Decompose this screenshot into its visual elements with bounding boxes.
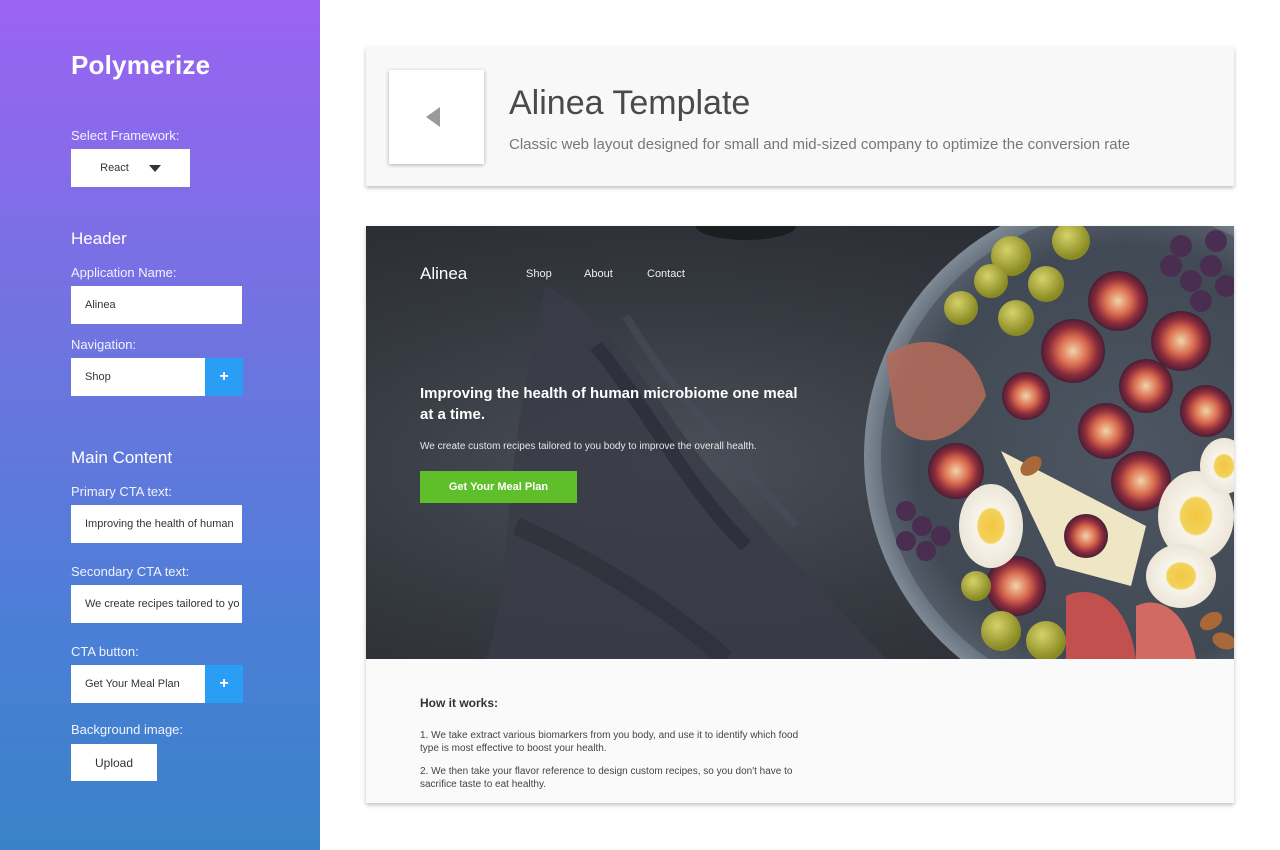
navigation-input[interactable] bbox=[85, 371, 205, 383]
add-navigation-button[interactable]: + bbox=[205, 358, 243, 396]
primary-cta-input[interactable] bbox=[85, 518, 242, 530]
header-section-title: Header bbox=[71, 229, 127, 248]
framework-value: React bbox=[100, 162, 129, 174]
back-button[interactable] bbox=[389, 70, 484, 164]
preview-subtext: We create custom recipes tailored to you… bbox=[420, 441, 757, 452]
primary-cta-label: Primary CTA text: bbox=[71, 484, 172, 499]
preview-headline: Improving the health of human microbiome… bbox=[420, 385, 798, 423]
preview-cta-button[interactable]: Get Your Meal Plan bbox=[420, 471, 577, 503]
app-name-input[interactable] bbox=[85, 299, 242, 311]
primary-cta-field[interactable] bbox=[71, 505, 242, 543]
template-subtitle: Classic web layout designed for small an… bbox=[509, 136, 1131, 153]
preview-logo: Alinea bbox=[420, 264, 468, 283]
navigation-field[interactable] bbox=[71, 358, 205, 396]
template-title: Alinea Template bbox=[509, 84, 751, 122]
cta-button-field[interactable] bbox=[71, 665, 205, 703]
background-image-label: Background image: bbox=[71, 722, 184, 737]
app-name-field[interactable] bbox=[71, 286, 242, 324]
plus-icon: + bbox=[219, 368, 229, 385]
how-item-1: 1. We take extract various biomarkers fr… bbox=[420, 730, 799, 754]
cta-button-label: CTA button: bbox=[71, 644, 139, 659]
cta-button-input[interactable] bbox=[85, 678, 205, 690]
main-content-section-title: Main Content bbox=[71, 448, 173, 467]
secondary-cta-field[interactable] bbox=[71, 585, 242, 623]
secondary-cta-label: Secondary CTA text: bbox=[71, 564, 190, 579]
add-cta-button[interactable]: + bbox=[205, 665, 243, 703]
preview-nav-about[interactable]: About bbox=[584, 268, 613, 280]
template-preview: Alinea Shop About Contact Improving the … bbox=[366, 226, 1234, 803]
preview-nav-shop[interactable]: Shop bbox=[526, 268, 552, 280]
navigation-label: Navigation: bbox=[71, 337, 137, 352]
framework-select[interactable]: React bbox=[71, 149, 190, 187]
how-item-2: 2. We then take your flavor reference to… bbox=[420, 766, 793, 790]
framework-label: Select Framework: bbox=[71, 128, 180, 143]
chevron-down-icon bbox=[148, 164, 161, 172]
back-arrow-icon bbox=[425, 107, 440, 127]
brand-title: Polymerize bbox=[71, 50, 211, 80]
secondary-cta-input[interactable] bbox=[85, 598, 242, 610]
sidebar: Polymerize Select Framework: React Heade… bbox=[0, 0, 320, 850]
upload-button[interactable]: Upload bbox=[71, 744, 157, 781]
template-header-card: Alinea Template Classic web layout desig… bbox=[366, 47, 1234, 186]
preview-nav-contact[interactable]: Contact bbox=[647, 268, 685, 280]
how-it-works-title: How it works: bbox=[420, 696, 499, 710]
plus-icon: + bbox=[219, 675, 229, 692]
hero-section: Alinea Shop About Contact Improving the … bbox=[366, 226, 1234, 659]
app-name-label: Application Name: bbox=[71, 265, 177, 280]
